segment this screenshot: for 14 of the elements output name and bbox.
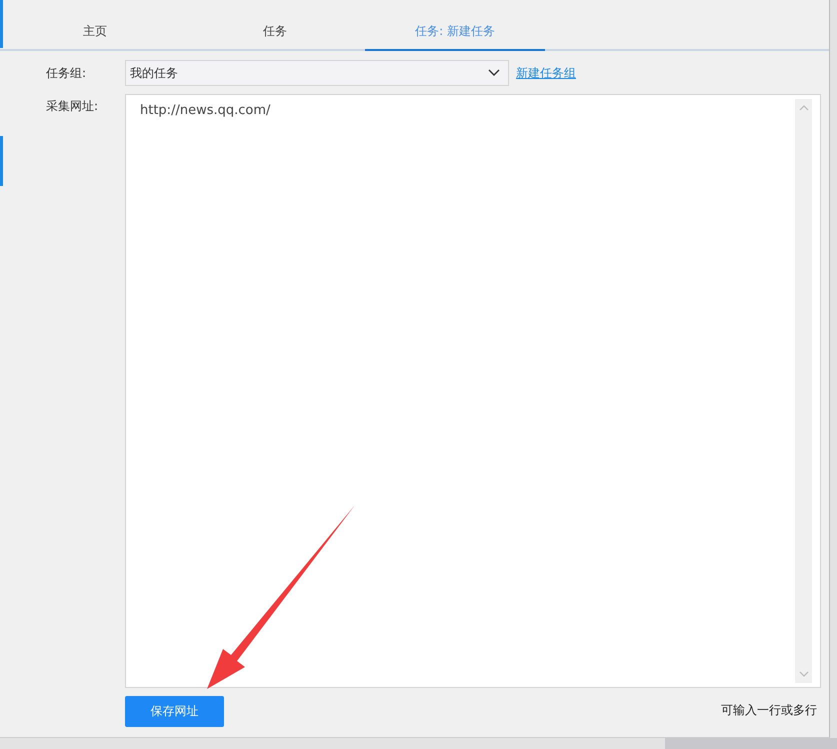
chevron-down-icon [488,69,500,77]
field-label: 采集网址: [45,98,100,115]
group-dropdown[interactable]: 我的任务 [125,60,509,86]
accent-bar [0,0,3,48]
hint-text: 可输入一行或多行 [721,702,817,719]
scrollbar[interactable] [795,99,812,683]
accent-bar [0,136,3,186]
save-button[interactable]: 保存网址 [125,696,224,727]
tab[interactable]: 任务 [185,14,365,51]
scroll-up-icon[interactable] [798,105,808,111]
tab[interactable]: 主页 [5,14,185,51]
url-textarea[interactable]: http://news.qq.com/ [125,94,821,688]
scroll-down-icon[interactable] [798,671,808,677]
field-label: 任务组: [45,64,88,82]
